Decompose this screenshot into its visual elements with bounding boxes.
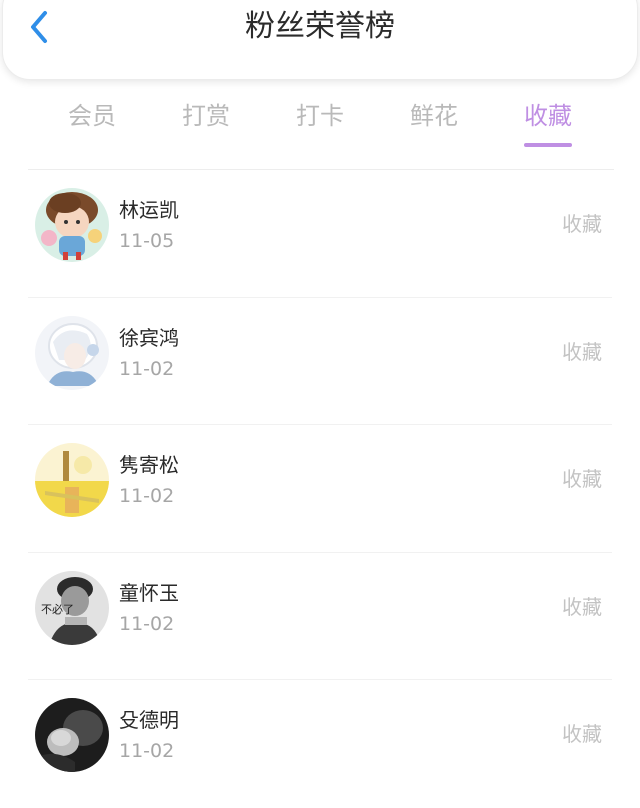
list-item[interactable]: 殳德明 11-02 收藏: [28, 680, 612, 808]
fan-action-label: 收藏: [562, 339, 602, 364]
man-grayscale-avatar: 不必了: [35, 570, 109, 645]
fan-date: 11-02: [119, 740, 175, 762]
fan-name: 隽寄松: [119, 453, 179, 477]
fan-name: 徐宾鸿: [119, 325, 179, 350]
tab-bar: 会员 打赏 打卡 鲜花 收藏: [35, 96, 605, 152]
list-item[interactable]: 隽寄松 11-02 收藏: [28, 425, 612, 553]
tab-favorites[interactable]: 收藏: [491, 96, 605, 136]
list-item[interactable]: 林运凯 11-05 收藏: [28, 170, 612, 298]
dark-photo-avatar: [35, 698, 109, 772]
tab-flowers[interactable]: 鲜花: [377, 96, 491, 136]
avatar-overlay-text: 不必了: [41, 603, 74, 616]
fan-name: 林运凯: [119, 198, 179, 222]
top-bar: 粉丝荣誉榜: [2, 0, 638, 80]
fan-action-label: 收藏: [562, 212, 602, 236]
cartoon-girl-avatar: [35, 188, 109, 262]
tab-reward[interactable]: 打赏: [149, 96, 263, 136]
fan-date: 11-02: [119, 357, 175, 380]
list-item[interactable]: 不必了 童怀玉 11-02 收藏: [28, 553, 612, 680]
fan-name: 殳德明: [119, 708, 179, 732]
yellow-photo-avatar: [35, 443, 109, 517]
fan-date: 11-05: [119, 230, 175, 252]
anime-white-hair-avatar: [35, 315, 109, 390]
fan-action-label: 收藏: [562, 467, 602, 491]
fan-action-label: 收藏: [562, 722, 602, 746]
fan-date: 11-02: [119, 612, 175, 635]
list-item[interactable]: 徐宾鸿 11-02 收藏: [28, 298, 612, 425]
tab-member[interactable]: 会员: [35, 96, 149, 136]
fan-date: 11-02: [119, 485, 175, 507]
tab-checkin[interactable]: 打卡: [263, 96, 377, 136]
page-title: 粉丝荣誉榜: [245, 9, 395, 44]
fan-action-label: 收藏: [562, 594, 602, 619]
fan-name: 童怀玉: [119, 580, 179, 605]
fan-list: 林运凯 11-05 收藏 徐宾鸿 11-02 收藏 隽寄松 11-02 收藏 不…: [0, 170, 640, 808]
active-tab-indicator: [524, 143, 572, 147]
